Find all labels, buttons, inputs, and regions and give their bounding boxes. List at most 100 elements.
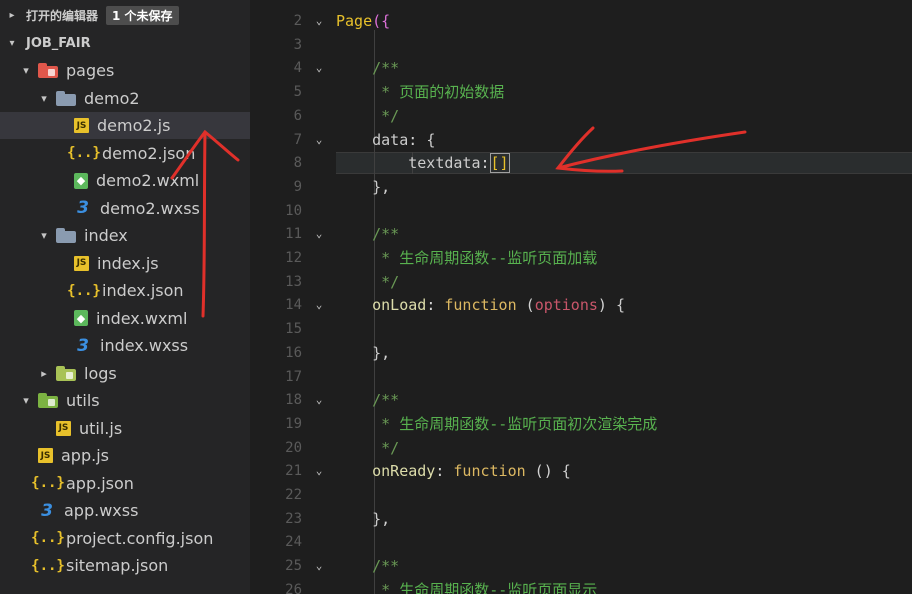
code-line[interactable]: 20 */ (250, 436, 912, 460)
tree-item[interactable]: ▸{..}project.config.json (0, 525, 250, 552)
line-number: 6 (293, 107, 302, 124)
code-line[interactable]: 14 ⌄ onLoad: function (options) { (250, 293, 912, 317)
tree-item[interactable]: ▸{..}demo2.json (0, 140, 250, 167)
line-number: 22 (285, 487, 302, 503)
code-token: } (336, 343, 382, 362)
fold-chevron-icon[interactable]: ⌄ (312, 388, 326, 412)
line-number: 26 (285, 581, 302, 594)
tree-item[interactable]: ▸{..}app.json (0, 470, 250, 497)
code-line[interactable]: 26 * 生命周期函数--监听页面显示 (250, 578, 912, 594)
line-number: 25 (285, 558, 302, 575)
open-editors-title: 打开的编辑器 (26, 9, 99, 23)
code-token: onLoad (336, 296, 427, 315)
line-number: 17 (285, 368, 302, 385)
code-token: Page (336, 12, 373, 30)
chevron-down-icon: ▾ (9, 38, 15, 49)
code-line[interactable]: 12 * 生命周期函数--监听页面加载 (250, 246, 912, 270)
code-line[interactable]: 17 (250, 365, 912, 389)
code-token: /** (336, 225, 400, 244)
tree-item-label: app.json (66, 473, 134, 493)
line-number: 8 (293, 155, 302, 172)
fold-chevron-icon[interactable]: ⌄ (312, 9, 326, 33)
code-line[interactable]: 7 ⌄ data: { (250, 128, 912, 152)
fold-chevron-icon[interactable]: ⌄ (312, 293, 326, 317)
fold-chevron-icon[interactable]: ⌄ (312, 459, 326, 483)
chevron-down-icon: ▾ (23, 394, 29, 407)
code-line[interactable]: 19 * 生命周期函数--监听页面初次渲染完成 (250, 412, 912, 436)
tree-item[interactable]: ▸{..}sitemap.json (0, 552, 250, 579)
tree-item[interactable]: ▸3demo2.wxss (0, 195, 250, 222)
code-line[interactable]: 23 }, (250, 507, 912, 531)
line-number: 11 (285, 226, 302, 243)
code-line[interactable]: 11 ⌄ /** (250, 222, 912, 246)
fold-chevron-icon[interactable]: ⌄ (312, 56, 326, 80)
fold-chevron-icon[interactable]: ⌄ (312, 128, 326, 152)
code-text: /** (336, 388, 399, 412)
code-token: : (408, 130, 427, 149)
tree-item-label: demo2 (84, 88, 140, 108)
tree-item[interactable]: ▸JSdemo2.js (0, 112, 250, 139)
code-token: onReady (336, 462, 436, 481)
code-line[interactable]: 2 ⌄ Page({ (250, 9, 912, 33)
tree-item[interactable]: ▾ utils (0, 387, 250, 414)
tree-item[interactable]: ▸◆demo2.wxml (0, 167, 250, 194)
code-line[interactable]: 21 ⌄ onReady: function () { (250, 459, 912, 483)
tree-item[interactable]: ▸JSapp.js (0, 442, 250, 469)
tree-item[interactable]: ▸JSutil.js (0, 415, 250, 442)
code-line[interactable]: 25 ⌄ /** (250, 554, 912, 578)
tree-item[interactable]: ▾ pages (0, 57, 250, 84)
code-token: * (336, 249, 400, 267)
tree-item-label: sitemap.json (66, 556, 169, 575)
fold-chevron-icon[interactable]: ⌄ (312, 222, 326, 246)
code-line[interactable]: 4 ⌄ /** (250, 56, 912, 80)
code-token: */ (336, 106, 400, 125)
code-line[interactable]: 3 (250, 33, 912, 57)
tree-item-label: demo2.wxss (100, 198, 200, 218)
tree-item-label: demo2.js (97, 116, 171, 135)
tree-item[interactable]: ▸3index.wxss (0, 332, 250, 359)
code-token: { (615, 296, 625, 315)
wxml-file-icon: ◆ (74, 310, 88, 326)
code-text: onReady: function () { (336, 459, 571, 483)
tree-item[interactable]: ▸◆index.wxml (0, 305, 250, 332)
code-token: , (381, 509, 391, 528)
code-line[interactable]: 5 * 页面的初始数据 (250, 80, 912, 104)
line-number: 20 (285, 439, 302, 456)
tree-item[interactable]: ▸ logs (0, 360, 250, 387)
fold-chevron-icon[interactable]: ⌄ (312, 554, 326, 578)
code-token: options (534, 296, 598, 315)
code-token: /** (336, 59, 400, 78)
project-title: JOB_FAIR (26, 36, 91, 51)
code-line[interactable]: 22 (250, 483, 912, 507)
open-editors-section-header[interactable]: ▸ 打开的编辑器 1 个未保存 (0, 2, 250, 29)
code-line[interactable]: 13 */ (250, 270, 912, 294)
code-token: /** (336, 557, 400, 576)
tree-item[interactable]: ▸JSindex.js (0, 250, 250, 277)
tree-item[interactable]: ▸3app.wxss (0, 497, 250, 524)
line-number: 2 (293, 13, 302, 29)
code-line[interactable]: 24 (250, 530, 912, 554)
code-token: } (336, 509, 382, 528)
code-line[interactable]: 18 ⌄ /** (250, 388, 912, 412)
code-text: * 页面的初始数据 (336, 80, 504, 104)
code-line[interactable]: 8 textdata:[] (250, 151, 912, 175)
code-line[interactable]: 10 (250, 199, 912, 223)
json-file-icon: {..} (31, 557, 65, 574)
code-text: onLoad: function (options) { (336, 293, 625, 317)
code-text: textdata:[] (336, 151, 510, 175)
wxss-file-icon: 3 (77, 335, 89, 356)
json-file-icon: {..} (67, 282, 101, 299)
code-line[interactable]: 15 (250, 317, 912, 341)
project-section-header[interactable]: ▾ JOB_FAIR (0, 30, 250, 57)
code-editor[interactable]: 2 ⌄ Page({3 4 ⌄ /** 5 * 页面的初始数据 6 */7 ⌄ data: {… (250, 0, 912, 594)
tree-item[interactable]: ▸{..}index.json (0, 277, 250, 304)
tree-item[interactable]: ▾ index (0, 222, 250, 249)
code-text: * 生命周期函数--监听页面加载 (336, 246, 597, 270)
code-line[interactable]: 9 }, (250, 175, 912, 199)
code-token: { (426, 130, 436, 149)
tree-item[interactable]: ▾ demo2 (0, 85, 250, 112)
js-file-icon: JS (74, 118, 89, 133)
code-line[interactable]: 16 }, (250, 341, 912, 365)
code-line[interactable]: 6 */ (250, 104, 912, 128)
tree-item-label: util.js (79, 418, 123, 438)
